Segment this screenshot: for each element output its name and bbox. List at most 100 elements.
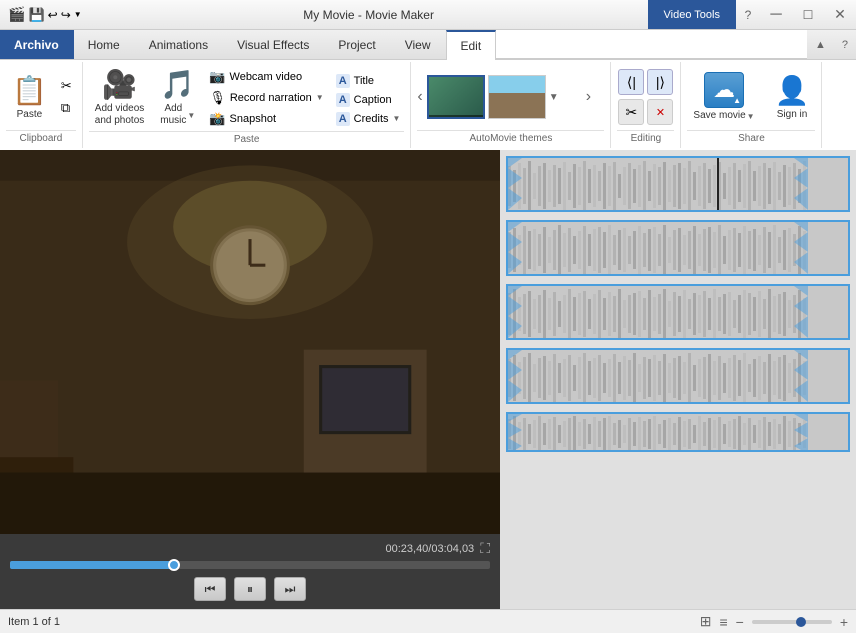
timeline-clip-1[interactable] <box>506 156 850 212</box>
waveform-1 <box>508 158 848 210</box>
snapshot-button[interactable]: 📸 Snapshot <box>205 109 327 129</box>
tab-archivo[interactable]: Archivo <box>0 30 74 59</box>
tab-edit[interactable]: Edit <box>446 30 497 60</box>
theme-thumb-1[interactable] <box>427 75 485 119</box>
fullscreen-icon[interactable]: ⛶ <box>480 540 490 557</box>
webcam-video-button[interactable]: 📷 Webcam video <box>205 67 327 87</box>
sign-in-button[interactable]: 👤 Sign in <box>769 70 816 125</box>
save-movie-arrow[interactable]: ▼ <box>747 112 755 121</box>
trim-right-button[interactable]: |⟩ <box>647 69 673 95</box>
zoom-out-button[interactable]: − <box>736 614 744 630</box>
tab-home[interactable]: Home <box>74 30 135 59</box>
main-content: 00:23,40/03:04,03 ⛶ ⏮ ⏸ ⏭ <box>0 150 856 609</box>
editing-group: ⟨| |⟩ ✂ ✕ Editing <box>611 62 681 148</box>
waveform-2 <box>508 222 848 274</box>
undo-icon[interactable]: ↩ <box>48 8 58 22</box>
cut-icon: ✂ <box>61 78 72 94</box>
add-music-button[interactable]: 🎵 Addmusic ▼ <box>154 64 201 131</box>
timeline-clip-4[interactable] <box>506 348 850 404</box>
paste-button[interactable]: 📋 Paste <box>6 70 53 125</box>
video-preview <box>0 150 500 534</box>
video-progress-bar[interactable] <box>10 561 490 569</box>
maximize-button[interactable]: ☐ <box>792 0 824 30</box>
caption-icon: A <box>336 93 350 107</box>
waveform-4 <box>508 350 848 402</box>
title-button[interactable]: A Title <box>332 72 405 90</box>
cloud-icon: ☁ <box>713 77 735 103</box>
timeline-clip-3[interactable] <box>506 284 850 340</box>
dropdown-icon[interactable]: ▼ <box>74 10 82 19</box>
automovie-group: ‹ ▼ › AutoMovie themes <box>411 62 611 148</box>
tab-view[interactable]: View <box>391 30 446 59</box>
waveform-5 <box>508 414 848 450</box>
close-button[interactable]: ✕ <box>824 0 856 30</box>
status-bar: Item 1 of 1 ⊞ ≡ − + <box>0 609 856 633</box>
timeline-view-icon[interactable]: ≡ <box>719 614 727 630</box>
ribbon-help-btn[interactable]: ? <box>834 30 856 59</box>
video-panel: 00:23,40/03:04,03 ⛶ ⏮ ⏸ ⏭ <box>0 150 500 609</box>
webcam-icon: 📷 <box>209 69 225 85</box>
share-label: Share <box>687 130 815 146</box>
share-group: ☁ ▲ Save movie ▼ 👤 Sign in Share <box>681 62 822 148</box>
mic-icon: 🎙 <box>209 90 226 106</box>
tab-animations[interactable]: Animations <box>135 30 223 59</box>
tab-project[interactable]: Project <box>324 30 390 59</box>
timeline-clip-2[interactable] <box>506 220 850 276</box>
snapshot-icon: 📸 <box>209 111 225 127</box>
window-controls: ? ─ ☐ ✕ <box>736 0 856 30</box>
save-movie-button[interactable]: ☁ ▲ Save movie ▼ <box>687 68 760 126</box>
credits-icon: A <box>336 112 350 126</box>
add-music-icon: 🎵 <box>160 68 195 101</box>
copy-icon: ⧉ <box>61 100 70 116</box>
rewind-button[interactable]: ⏮ <box>194 577 226 601</box>
timeline-scroll-area[interactable] <box>500 150 856 609</box>
add-group: 🎥 Add videosand photos 🎵 Addmusic ▼ 📷 We… <box>83 62 412 148</box>
add-videos-button[interactable]: 🎥 Add videosand photos <box>89 64 151 131</box>
remove-button[interactable]: ✕ <box>647 99 673 125</box>
preview-frame <box>0 150 500 534</box>
zoom-slider[interactable] <box>752 620 832 624</box>
clipboard-group: 📋 Paste ✂ ⧉ Clipboard <box>0 62 83 148</box>
theme-scroll-indicator[interactable]: ▼ <box>549 92 559 103</box>
save-icon[interactable]: 💾 <box>28 7 44 23</box>
credits-arrow[interactable]: ▼ <box>393 114 401 123</box>
trim-left-button[interactable]: ⟨| <box>618 69 644 95</box>
add-label: Paste <box>89 131 405 147</box>
tab-visual-effects[interactable]: Visual Effects <box>223 30 324 59</box>
pause-button[interactable]: ⏸ <box>234 577 266 601</box>
split-button[interactable]: ✂ <box>618 99 644 125</box>
status-item-info: Item 1 of 1 <box>8 616 60 628</box>
fast-forward-button[interactable]: ⏭ <box>274 577 306 601</box>
cut-button[interactable]: ✂ <box>57 76 76 96</box>
credits-button[interactable]: A Credits ▼ <box>332 110 405 128</box>
help-button[interactable]: ? <box>736 8 760 22</box>
theme-thumb-2[interactable] <box>488 75 546 119</box>
zoom-thumb[interactable] <box>796 617 806 627</box>
zoom-in-button[interactable]: + <box>840 614 848 630</box>
paste-icon: 📋 <box>12 74 47 107</box>
copy-button[interactable]: ⧉ <box>57 98 76 118</box>
waveform-3 <box>508 286 848 338</box>
playback-controls: ⏮ ⏸ ⏭ <box>10 577 490 603</box>
ribbon-content: 📋 Paste ✂ ⧉ Clipboard 🎥 <box>0 60 856 150</box>
automovie-label: AutoMovie themes <box>417 130 604 146</box>
record-narration-button[interactable]: 🎙 Record narration ▼ <box>205 88 327 108</box>
minimize-button[interactable]: ─ <box>760 0 792 30</box>
themes-scroll-right[interactable]: › <box>586 88 591 106</box>
video-controls: 00:23,40/03:04,03 ⛶ ⏮ ⏸ ⏭ <box>0 534 500 609</box>
up-arrow-icon: ▲ <box>733 96 741 105</box>
caption-button[interactable]: A Caption <box>332 91 405 109</box>
storyboard-view-icon[interactable]: ⊞ <box>700 613 712 630</box>
person-icon: 👤 <box>775 74 810 107</box>
record-narration-arrow[interactable]: ▼ <box>316 93 324 102</box>
redo-icon[interactable]: ↪ <box>61 8 71 22</box>
add-videos-icon: 🎥 <box>102 68 137 101</box>
editing-label: Editing <box>617 130 674 146</box>
video-tools-banner: Video Tools <box>648 0 736 29</box>
timeline-clip-5[interactable] <box>506 412 850 452</box>
themes-scroll-left[interactable]: ‹ <box>417 88 422 106</box>
clipboard-label: Clipboard <box>6 130 76 146</box>
ribbon-collapse-btn[interactable]: ▲ <box>807 30 834 59</box>
add-music-dropdown[interactable]: ▼ <box>187 111 195 120</box>
title-icon: A <box>336 74 350 88</box>
